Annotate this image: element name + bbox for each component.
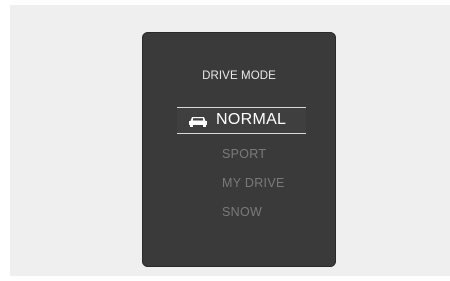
car-icon: [189, 117, 207, 127]
drive-mode-option-my-drive[interactable]: MY DRIVE: [222, 176, 285, 190]
screenshot-frame: DRIVE MODE NORMAL SPORT MY DRIVE SNOW: [10, 5, 450, 276]
drive-mode-panel: DRIVE MODE NORMAL SPORT MY DRIVE SNOW: [142, 32, 336, 267]
panel-title: DRIVE MODE: [202, 70, 276, 82]
drive-mode-option-normal[interactable]: NORMAL: [177, 107, 306, 134]
drive-mode-option-snow[interactable]: SNOW: [222, 205, 262, 219]
drive-mode-option-sport[interactable]: SPORT: [222, 147, 266, 161]
selected-mode-label: NORMAL: [216, 111, 287, 128]
